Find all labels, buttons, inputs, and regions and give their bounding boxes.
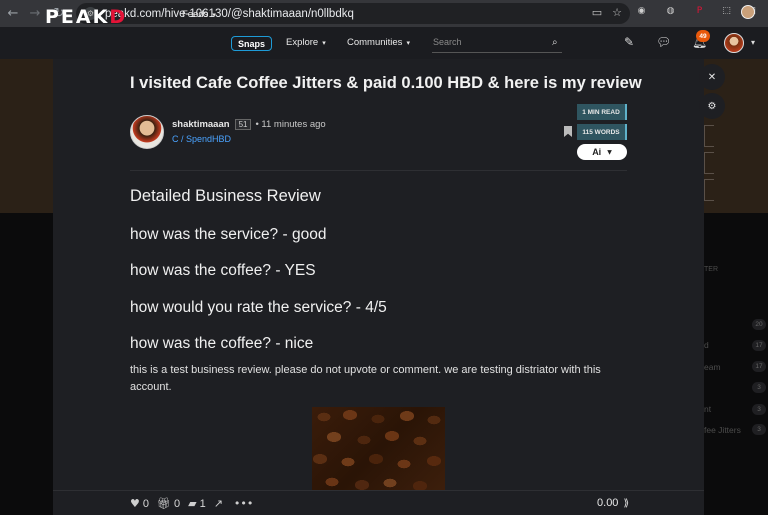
background-sidebar-item: eam [704, 362, 721, 372]
background-count: 17 [752, 361, 766, 372]
background-count: 17 [752, 340, 766, 351]
more-options-button[interactable]: ••• [234, 497, 256, 510]
background-sidebar-item: d [704, 340, 709, 350]
background-count: 3 [752, 424, 766, 435]
heart-icon: ♥ [130, 497, 140, 510]
hive-dollar-icon: ⟫ [623, 497, 629, 509]
chevron-down-icon: ▼ [607, 148, 612, 156]
gear-icon[interactable]: ⚙ [699, 93, 725, 119]
chevron-down-icon[interactable]: ▾ [751, 38, 755, 47]
chevron-down-icon: ▾ [212, 10, 216, 19]
menu-feeds[interactable]: Feeds ▾ [182, 9, 216, 20]
background-box [704, 152, 714, 174]
gift-icon: 🎁︎ [157, 497, 171, 510]
author-line: shaktimaaan 51 • 11 minutes ago [172, 119, 326, 130]
comments-button[interactable]: ▰ 1 [188, 497, 206, 510]
cast-icon[interactable]: ▭ [592, 6, 602, 19]
user-avatar[interactable] [724, 33, 744, 53]
background-sidebar-item: fee Jitters [704, 425, 741, 435]
menu-communities[interactable]: Communities ▾ [347, 37, 410, 48]
word-count-badge: 115 WORDS [577, 124, 627, 140]
payout-value[interactable]: 0.00 ⟫ [597, 497, 629, 509]
address-bar[interactable]: ⚙ peakd.com/hive-106130/@shaktimaaan/n0l… [76, 3, 630, 24]
chat-icon[interactable]: 💬︎ [656, 35, 671, 49]
bookmark-icon[interactable] [564, 126, 572, 137]
search-input[interactable]: Search [432, 37, 562, 53]
background-count: 20 [752, 319, 766, 330]
more-icon: ••• [233, 497, 254, 510]
coffee-beans-image [312, 407, 445, 493]
menu-snaps[interactable]: Snaps [231, 36, 272, 51]
divider [130, 170, 627, 171]
extension-gray-icon[interactable]: ◍ [663, 3, 678, 18]
post-footer: ♥ 0 🎁︎ 0 ▰ 1 ↗ ••• 0.00 ⟫ [53, 490, 704, 515]
post-title: I visited Cafe Coffee Jitters & paid 0.1… [130, 74, 642, 92]
comment-icon: ▰ [188, 497, 197, 510]
post-heading: how would you rate the service? - 4/5 [130, 299, 387, 316]
community-link[interactable]: C / SpendHBD [172, 134, 231, 144]
post-heading: how was the coffee? - nice [130, 335, 314, 352]
background-box [704, 125, 714, 147]
tip-button[interactable]: 🎁︎ 0 [157, 497, 180, 510]
share-icon: ↗ [213, 497, 223, 510]
search-icon[interactable]: ⌕ [552, 37, 558, 48]
menu-explore[interactable]: Explore ▾ [286, 37, 326, 48]
background-sidebar-item: nt [704, 404, 712, 414]
post-time: • 11 minutes ago [255, 119, 326, 130]
post-paragraph: this is a test business review. please d… [130, 364, 601, 393]
peakd-extension-icon[interactable]: P [692, 3, 707, 18]
main-menu: Feeds ▾ [182, 9, 236, 20]
forward-icon[interactable]: → [24, 2, 46, 24]
background-box [704, 179, 714, 201]
pen-icon[interactable]: ✎ [624, 35, 634, 49]
browser-profile-avatar[interactable] [741, 5, 755, 19]
post-heading: how was the service? - good [130, 226, 327, 243]
peakd-logo[interactable]: PEAKD [45, 6, 127, 28]
puzzle-extension-icon[interactable]: ⬚ [719, 3, 734, 18]
camera-extension-icon[interactable]: ◉ [634, 3, 649, 18]
ai-button[interactable]: Ai ▼ [577, 144, 627, 160]
upvote-button[interactable]: ♥ 0 [130, 497, 149, 510]
post-modal: I visited Cafe Coffee Jitters & paid 0.1… [53, 59, 704, 515]
background-count: 3 [752, 404, 766, 415]
read-time-badge: 1 MIN READ [577, 104, 627, 120]
post-heading: Detailed Business Review [130, 187, 321, 205]
back-icon[interactable]: ← [2, 2, 24, 24]
chevron-down-icon: ▾ [322, 38, 326, 47]
author-avatar[interactable] [130, 115, 164, 149]
author-name[interactable]: shaktimaaan [172, 119, 230, 130]
notification-badge: 49 [696, 30, 710, 42]
chevron-down-icon: ▾ [406, 38, 410, 47]
post-heading: how was the coffee? - YES [130, 262, 316, 279]
share-button[interactable]: ↗ [214, 497, 226, 510]
close-icon[interactable]: ✕ [699, 64, 725, 90]
background-sidebar-heading: TER [704, 266, 718, 273]
reputation-badge: 51 [234, 119, 252, 130]
background-count: 3 [752, 382, 766, 393]
bookmark-star-icon[interactable]: ☆ [612, 6, 622, 19]
